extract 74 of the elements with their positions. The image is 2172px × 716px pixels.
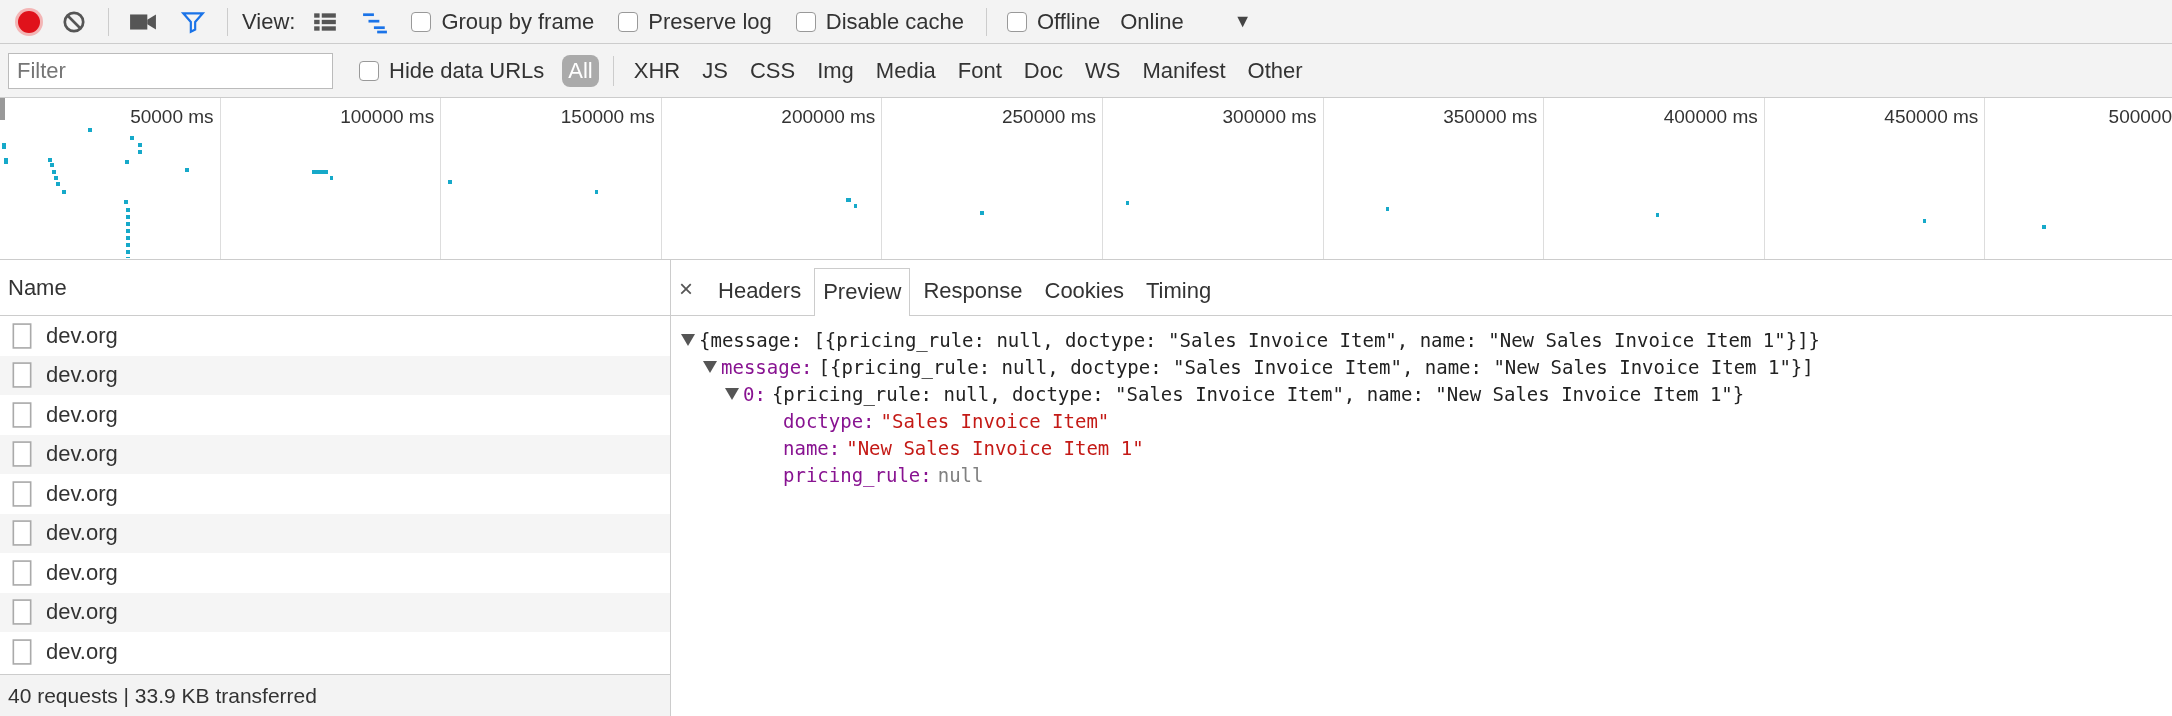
checkbox-label: Hide data URLs [389, 57, 545, 84]
disclosure-triangle-icon[interactable] [725, 387, 739, 400]
document-icon [12, 480, 32, 507]
time-tick-label: 500000 [2108, 106, 2172, 129]
time-tick-label: 150000 ms [560, 106, 655, 129]
name-column-header[interactable]: Name [0, 260, 670, 316]
document-icon [12, 362, 32, 389]
request-name[interactable]: dev.org [46, 401, 118, 428]
request-name[interactable]: dev.org [46, 599, 118, 626]
checkbox[interactable] [618, 11, 639, 32]
object-summary: [{pricing_rule: null, doctype: "Sales Invoice Item", name: "New Sales Invoice Item 1"}] [818, 355, 1814, 378]
checkbox[interactable] [359, 60, 379, 81]
disclosure-triangle-icon[interactable] [703, 360, 717, 373]
time-tick-label: 100000 ms [340, 106, 435, 129]
checkbox-label: Group by frame [441, 8, 595, 35]
type-filter-button[interactable]: Doc [1017, 54, 1069, 87]
type-filter-button[interactable]: Font [951, 54, 1008, 87]
checkbox-label: Preserve log [648, 8, 772, 35]
request-name[interactable]: dev.org [46, 362, 118, 389]
type-filter-button[interactable]: Media [869, 54, 942, 87]
time-tick-label: 300000 ms [1222, 106, 1317, 129]
details-tab[interactable]: Response [914, 267, 1032, 315]
document-icon [12, 322, 32, 349]
request-name[interactable]: dev.org [46, 520, 118, 547]
property-value: null [937, 463, 984, 486]
type-filter-button[interactable]: Manifest [1136, 54, 1232, 87]
status-bar: 40 requests | 33.9 KB transferred [0, 674, 670, 716]
time-tick-label: 350000 ms [1443, 106, 1538, 129]
property-value: "Sales Invoice Item" [880, 409, 1110, 432]
details-tab[interactable]: Timing [1137, 267, 1221, 315]
time-tick-label: 250000 ms [1001, 106, 1096, 129]
request-name[interactable]: dev.org [46, 441, 118, 468]
document-icon [12, 638, 32, 665]
property-key: doctype: [783, 409, 875, 432]
request-name[interactable]: dev.org [46, 559, 118, 586]
type-filter-button[interactable]: XHR [627, 54, 687, 87]
type-filter-button[interactable]: WS [1078, 54, 1127, 87]
filter-field[interactable]: Filter [8, 52, 333, 89]
property-key: 0: [743, 382, 766, 405]
time-tick-label: 200000 ms [781, 106, 876, 129]
object-summary: {message: [{pricing_rule: null, doctype: "Sales Invoice Item", name: "New Sales Invoice Item 1"}]} [699, 328, 1821, 351]
checkbox[interactable] [795, 11, 816, 32]
checkbox-label: Offline [1036, 8, 1101, 35]
document-icon [12, 441, 32, 468]
property-key: pricing_rule: [783, 463, 932, 486]
document-icon [12, 401, 32, 428]
disclosure-triangle-icon[interactable] [681, 333, 695, 346]
type-filter-button[interactable]: CSS [743, 54, 802, 87]
dropdown-arrow[interactable]: ▼ [1233, 11, 1252, 32]
object-summary: {pricing_rule: null, doctype: "Sales Invoice Item", name: "New Sales Invoice Item 1"} [771, 382, 1745, 405]
checkbox[interactable] [411, 11, 432, 32]
property-key: name: [783, 436, 841, 459]
property-value: "New Sales Invoice Item 1" [846, 436, 1144, 459]
checkbox[interactable] [1006, 11, 1027, 32]
type-filter-button[interactable]: Other [1241, 54, 1309, 87]
time-tick-label: 450000 ms [1884, 106, 1979, 129]
throttling-dropdown[interactable]: Online [1120, 8, 1184, 35]
request-name[interactable]: dev.org [46, 480, 118, 507]
request-name[interactable]: dev.org [46, 322, 118, 349]
close-button[interactable]: × [679, 275, 705, 315]
details-tab[interactable]: Cookies [1035, 267, 1133, 315]
checkbox-label: Disable cache [825, 8, 964, 35]
time-tick-label: 50000 ms [130, 106, 214, 129]
property-key: message: [721, 355, 813, 378]
document-icon [12, 520, 32, 547]
type-filter-button[interactable]: Img [811, 54, 860, 87]
type-filter-button[interactable]: JS [696, 54, 734, 87]
time-tick-label: 400000 ms [1663, 106, 1758, 129]
document-icon [12, 559, 32, 586]
details-tab[interactable]: Headers [709, 267, 811, 315]
view-label: View: [242, 8, 296, 35]
document-icon [12, 599, 32, 626]
details-tab[interactable]: Preview [814, 268, 911, 316]
request-name[interactable]: dev.org [46, 638, 118, 665]
